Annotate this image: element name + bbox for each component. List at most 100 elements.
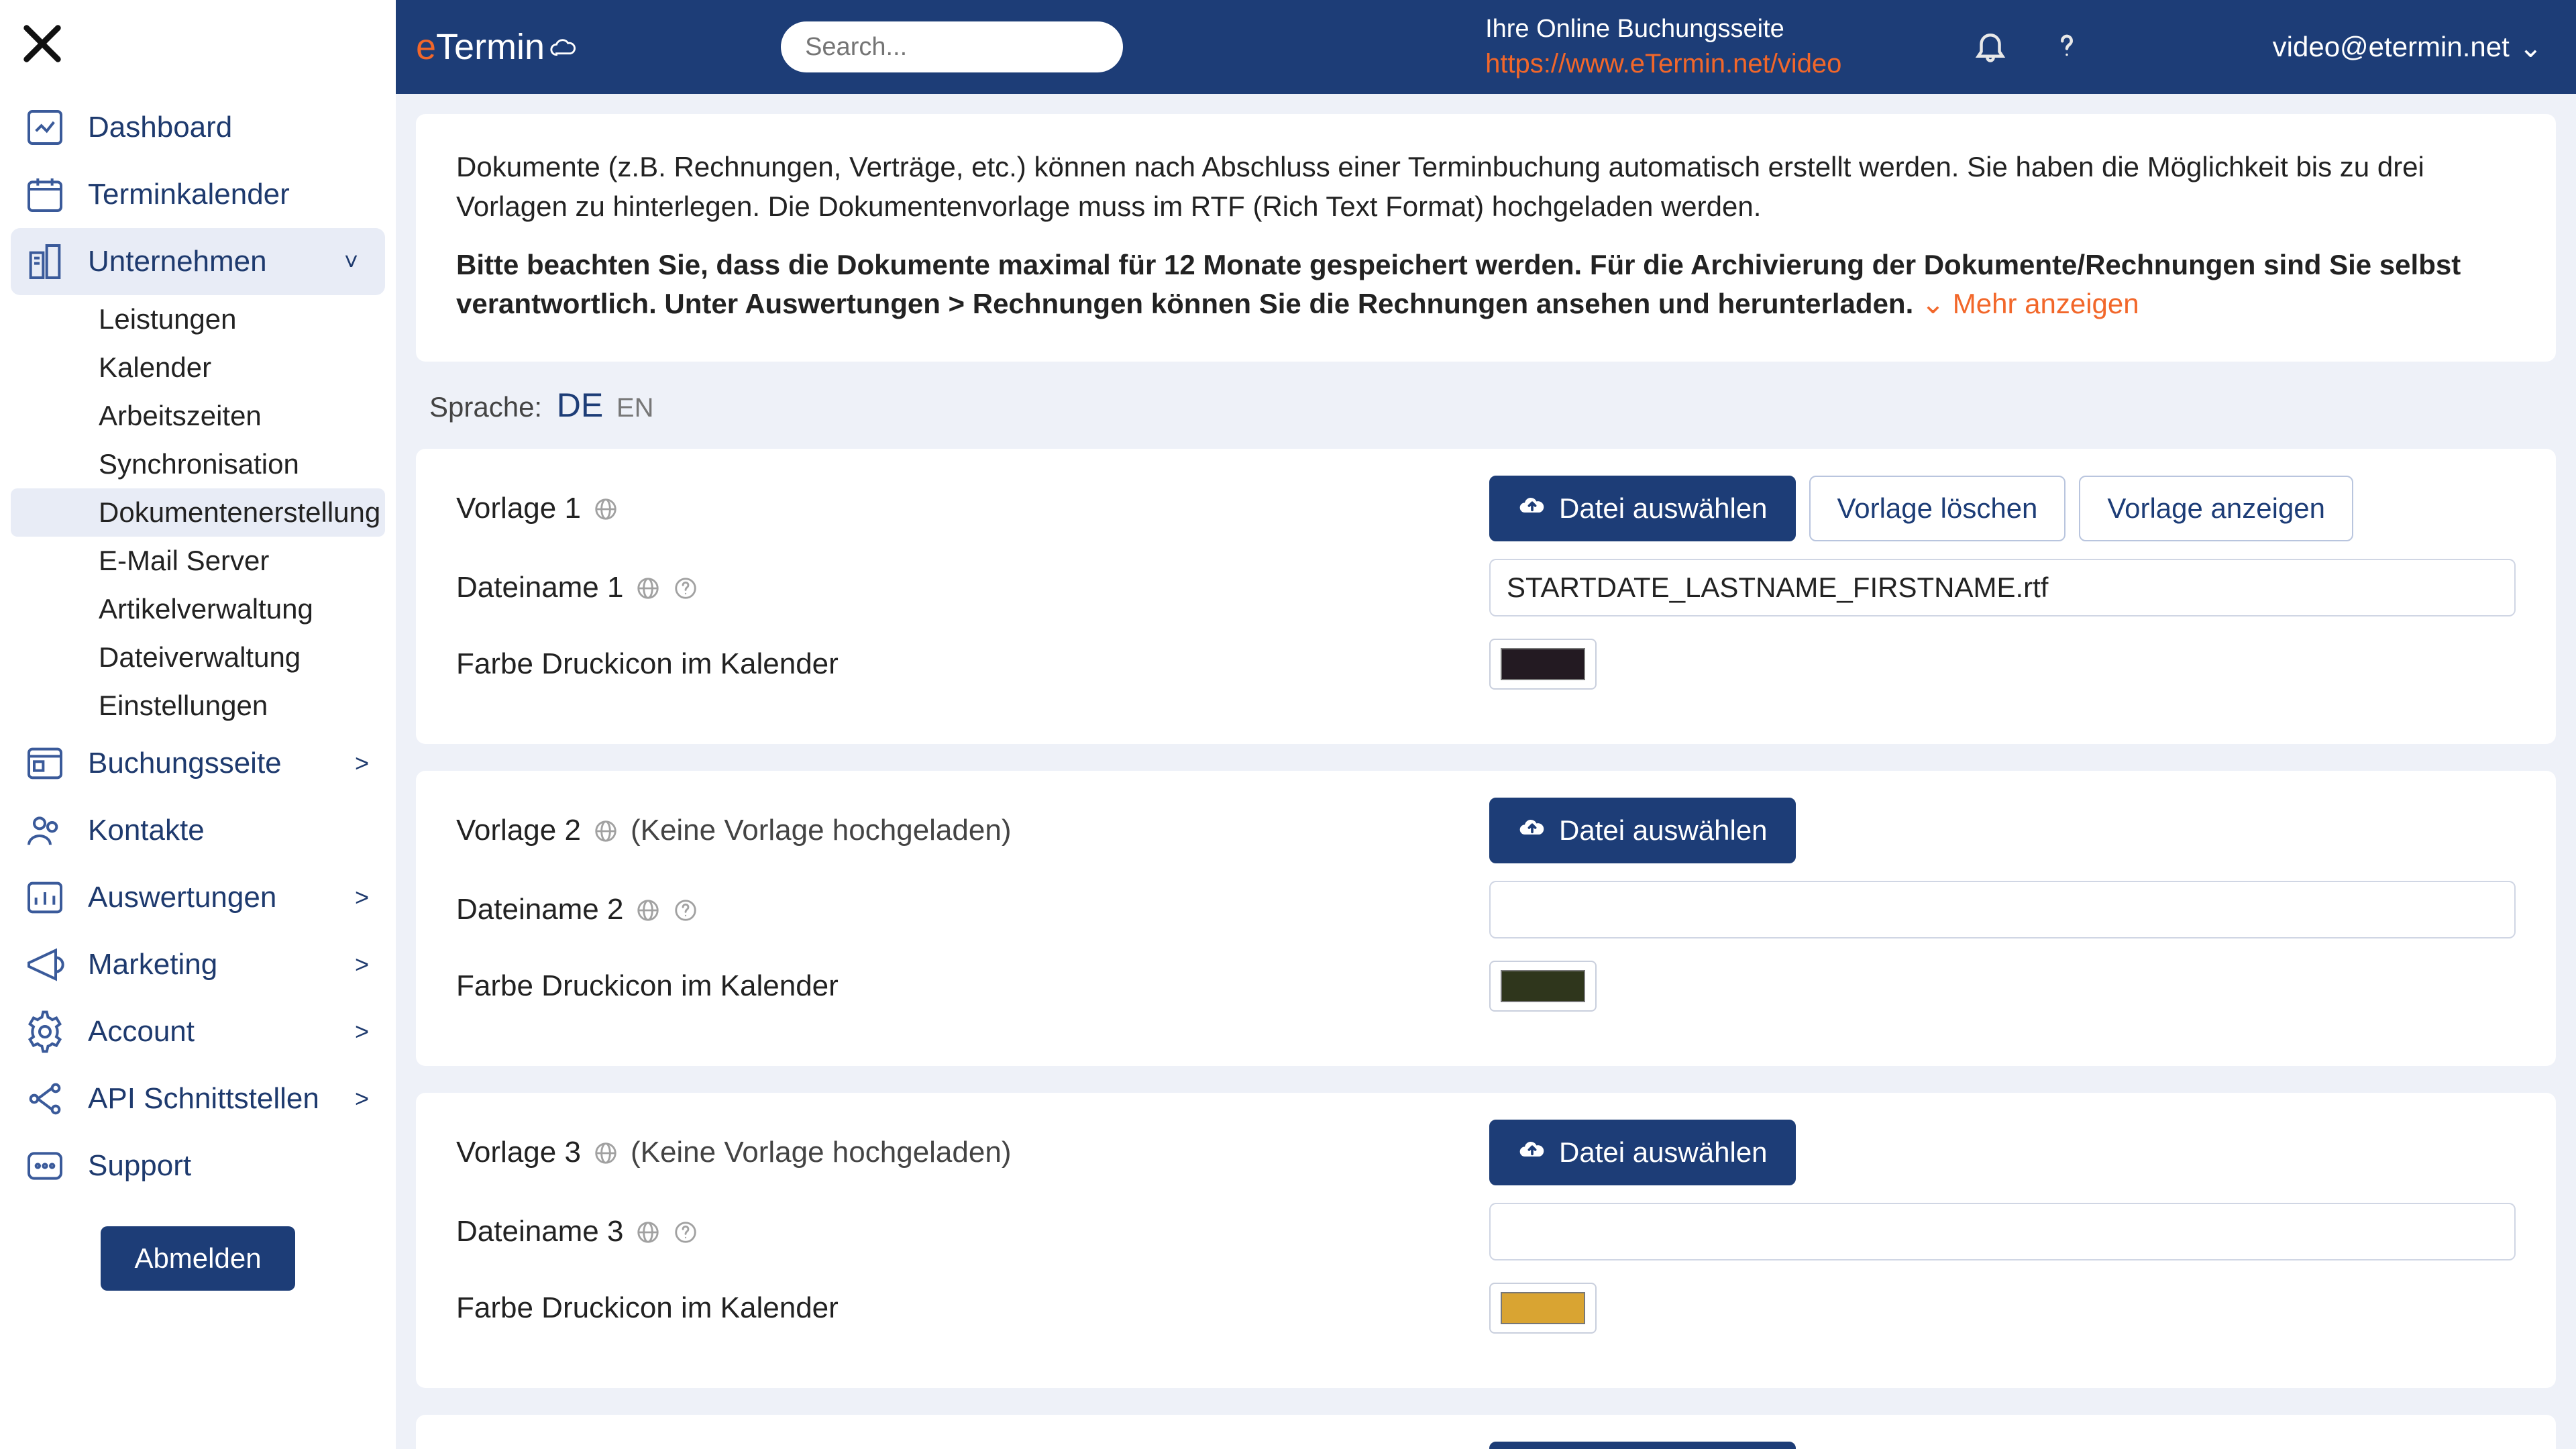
question-icon[interactable] [673, 897, 698, 922]
reports-icon [23, 876, 66, 919]
filename-input[interactable] [1489, 1203, 2516, 1260]
filename-label: Dateiname 3 [456, 1215, 1489, 1248]
globe-icon [635, 897, 661, 922]
sidebar-item-label: Auswertungen [88, 881, 276, 914]
sidebar-item-label: Kontakte [88, 814, 205, 847]
chevron-right-icon: > [355, 1018, 369, 1046]
sidebar-item-unternehmen[interactable]: Unternehmen ˅ [11, 228, 385, 295]
intro-text-2: Bitte beachten Sie, dass die Dokumente m… [456, 249, 2461, 320]
language-label: Sprache: [429, 391, 542, 423]
sidebar-item-label: Account [88, 1015, 195, 1049]
api-icon [23, 1077, 66, 1120]
chevron-down-icon: ˅ [344, 248, 358, 276]
close-icon[interactable] [19, 20, 66, 67]
sidebar-item-dashboard[interactable]: Dashboard [0, 94, 396, 161]
chevron-down-icon: ⌄ [2519, 31, 2542, 64]
globe-icon [593, 818, 619, 843]
booking-page-icon [23, 742, 66, 785]
booking-url-link[interactable]: https://www.eTermin.net/video [1485, 49, 1841, 78]
template-card: Vorlage 1 Datei auswählen Vorlage lösche… [416, 449, 2556, 744]
show-template-button[interactable]: Vorlage anzeigen [2079, 476, 2353, 541]
sidebar-item-kontakte[interactable]: Kontakte [0, 797, 396, 864]
choose-file-button[interactable]: Datei auswählen [1489, 1120, 1796, 1185]
sub-item-arbeitszeiten[interactable]: Arbeitszeiten [0, 392, 396, 440]
choose-file-button[interactable]: Datei auswählen [1489, 1442, 1796, 1449]
logout-button[interactable]: Abmelden [101, 1226, 294, 1291]
template-card: Vorlage 4(Keine Vorlage hochgeladen) Dat… [416, 1415, 2556, 1449]
sidebar-item-label: Unternehmen [88, 245, 267, 278]
user-email: video@etermin.net [2273, 31, 2510, 63]
filename-input[interactable] [1489, 881, 2516, 938]
delete-template-button[interactable]: Vorlage löschen [1809, 476, 2066, 541]
intro-text-1: Dokumente (z.B. Rechnungen, Verträge, et… [456, 148, 2516, 227]
sidebar-item-terminkalender[interactable]: Terminkalender [0, 161, 396, 228]
search-input[interactable] [781, 21, 1123, 72]
sidebar-item-support[interactable]: Support [0, 1132, 396, 1199]
filename-input[interactable] [1489, 559, 2516, 616]
sidebar-item-label: Marketing [88, 948, 217, 981]
sub-item-dateiverwaltung[interactable]: Dateiverwaltung [0, 633, 396, 682]
lang-de[interactable]: DE [557, 386, 603, 424]
template-card: Vorlage 2(Keine Vorlage hochgeladen) Dat… [416, 771, 2556, 1066]
sidebar-item-buchungsseite[interactable]: Buchungsseite > [0, 730, 396, 797]
template-card: Vorlage 3(Keine Vorlage hochgeladen) Dat… [416, 1093, 2556, 1388]
globe-icon [593, 496, 619, 521]
sub-item-email-server[interactable]: E-Mail Server [0, 537, 396, 585]
color-label: Farbe Druckicon im Kalender [456, 969, 1489, 1003]
sub-item-dokumentenerstellung[interactable]: Dokumentenerstellung [11, 488, 385, 537]
bell-icon[interactable] [1972, 28, 2008, 67]
contacts-icon [23, 809, 66, 852]
sub-nav: Leistungen Kalender Arbeitszeiten Synchr… [0, 295, 396, 730]
sidebar-item-api[interactable]: API Schnittstellen > [0, 1065, 396, 1132]
language-row: Sprache: DE EN [416, 362, 2556, 449]
template-title: Vorlage 1 [456, 492, 1489, 525]
more-link[interactable]: ⌄ Mehr anzeigen [1921, 288, 2139, 319]
calendar-icon [23, 173, 66, 216]
intro-card: Dokumente (z.B. Rechnungen, Verträge, et… [416, 114, 2556, 362]
cloud-icon [549, 26, 580, 68]
sidebar-item-marketing[interactable]: Marketing > [0, 931, 396, 998]
sub-item-leistungen[interactable]: Leistungen [0, 295, 396, 343]
logo: eTermin [416, 26, 580, 68]
chevron-right-icon: > [355, 1085, 369, 1113]
color-picker[interactable] [1489, 961, 1597, 1012]
chevron-right-icon: > [355, 951, 369, 979]
choose-file-button[interactable]: Datei auswählen [1489, 476, 1796, 541]
sidebar-item-auswertungen[interactable]: Auswertungen > [0, 864, 396, 931]
choose-file-button[interactable]: Datei auswählen [1489, 798, 1796, 863]
nav: Dashboard Terminkalender Unternehmen ˅ L… [0, 94, 396, 1291]
globe-icon [635, 575, 661, 600]
sidebar-item-label: Buchungsseite [88, 747, 282, 780]
filename-label: Dateiname 2 [456, 893, 1489, 926]
color-label: Farbe Druckicon im Kalender [456, 1291, 1489, 1325]
content: Dokumente (z.B. Rechnungen, Verträge, et… [396, 94, 2576, 1449]
dashboard-icon [23, 106, 66, 149]
chevron-right-icon: > [355, 749, 369, 777]
company-icon [23, 240, 66, 283]
marketing-icon [23, 943, 66, 986]
support-icon [23, 1144, 66, 1187]
lang-en[interactable]: EN [616, 393, 654, 423]
sub-item-artikelverwaltung[interactable]: Artikelverwaltung [0, 585, 396, 633]
chevron-right-icon: > [355, 883, 369, 912]
color-picker[interactable] [1489, 1283, 1597, 1334]
sidebar-item-account[interactable]: Account > [0, 998, 396, 1065]
question-icon[interactable] [673, 1219, 698, 1244]
sidebar-item-label: API Schnittstellen [88, 1082, 319, 1116]
booking-title: Ihre Online Buchungsseite [1485, 13, 1841, 46]
sub-item-kalender[interactable]: Kalender [0, 343, 396, 392]
sidebar-item-label: Support [88, 1149, 191, 1183]
question-icon[interactable] [673, 575, 698, 600]
upload-cloud-icon [1517, 812, 1547, 849]
template-title: Vorlage 3(Keine Vorlage hochgeladen) [456, 1136, 1489, 1169]
globe-icon [593, 1140, 619, 1165]
user-menu[interactable]: video@etermin.net ⌄ [2273, 31, 2542, 64]
sub-item-synchronisation[interactable]: Synchronisation [0, 440, 396, 488]
template-title: Vorlage 2(Keine Vorlage hochgeladen) [456, 814, 1489, 847]
sidebar-item-label: Terminkalender [88, 178, 290, 211]
booking-link-block: Ihre Online Buchungsseite https://www.eT… [1485, 13, 1841, 81]
main: eTermin Ihre Online Buchungsseite https:… [396, 0, 2576, 1449]
color-picker[interactable] [1489, 639, 1597, 690]
help-icon[interactable] [2049, 28, 2085, 67]
sub-item-einstellungen[interactable]: Einstellungen [0, 682, 396, 730]
